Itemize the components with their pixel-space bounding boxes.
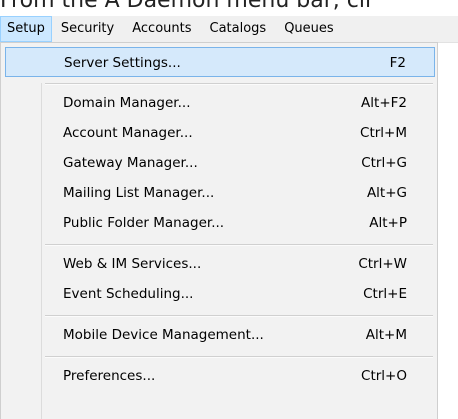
menu-item-label: Account Manager...: [63, 125, 193, 141]
menubar-item-security[interactable]: Security: [52, 16, 123, 42]
menu-item-label: Preferences...: [63, 368, 156, 384]
menu-item-mailing-list-manager[interactable]: Mailing List Manager... Alt+G: [5, 178, 435, 208]
menubar-item-queues[interactable]: Queues: [275, 16, 342, 42]
menu-item-public-folder-manager[interactable]: Public Folder Manager... Alt+P: [5, 208, 435, 238]
menu-item-preferences[interactable]: Preferences... Ctrl+O: [5, 361, 435, 391]
menu-item-shortcut: Ctrl+G: [361, 155, 407, 171]
menu-item-domain-manager[interactable]: Domain Manager... Alt+F2: [5, 88, 435, 118]
menu-item-shortcut: Ctrl+E: [363, 286, 407, 302]
menubar-item-catalogs[interactable]: Catalogs: [201, 16, 276, 42]
menu-item-label: Web & IM Services...: [63, 256, 202, 272]
menu-separator: [45, 244, 433, 246]
menu-bar: Setup Security Accounts Catalogs Queues: [0, 16, 458, 43]
menu-separator: [45, 83, 433, 85]
menu-item-shortcut: Alt+P: [369, 215, 407, 231]
menu-item-shortcut: Alt+F2: [361, 95, 407, 111]
menu-item-shortcut: Alt+M: [365, 327, 407, 343]
setup-dropdown-menu: Server Settings... F2 Domain Manager... …: [0, 42, 438, 419]
menu-item-shortcut: F2: [389, 55, 406, 71]
menu-item-gateway-manager[interactable]: Gateway Manager... Ctrl+G: [5, 148, 435, 178]
menu-separator: [45, 356, 433, 358]
menu-item-shortcut: Ctrl+M: [360, 125, 407, 141]
menu-item-web-im-services[interactable]: Web & IM Services... Ctrl+W: [5, 249, 435, 279]
menubar-item-setup[interactable]: Setup: [0, 16, 52, 42]
menu-item-shortcut: Ctrl+W: [358, 256, 407, 272]
menu-item-label: Public Folder Manager...: [63, 215, 225, 231]
menu-item-label: Server Settings...: [64, 55, 181, 71]
menu-item-label: Event Scheduling...: [63, 286, 194, 302]
menu-item-server-settings[interactable]: Server Settings... F2: [5, 47, 435, 77]
menu-item-shortcut: Ctrl+O: [361, 368, 407, 384]
caption-text: From the A Daemon menu bar, cli: [0, 0, 372, 13]
menu-item-label: Mobile Device Management...: [63, 327, 264, 343]
menu-item-mobile-device-management[interactable]: Mobile Device Management... Alt+M: [5, 320, 435, 350]
menu-item-label: Gateway Manager...: [63, 155, 198, 171]
menu-item-label: Mailing List Manager...: [63, 185, 215, 201]
menu-item-shortcut: Alt+G: [366, 185, 407, 201]
menu-item-account-manager[interactable]: Account Manager... Ctrl+M: [5, 118, 435, 148]
menubar-item-accounts[interactable]: Accounts: [123, 16, 200, 42]
menu-separator: [45, 315, 433, 317]
menu-item-event-scheduling[interactable]: Event Scheduling... Ctrl+E: [5, 279, 435, 309]
menu-item-label: Domain Manager...: [63, 95, 191, 111]
